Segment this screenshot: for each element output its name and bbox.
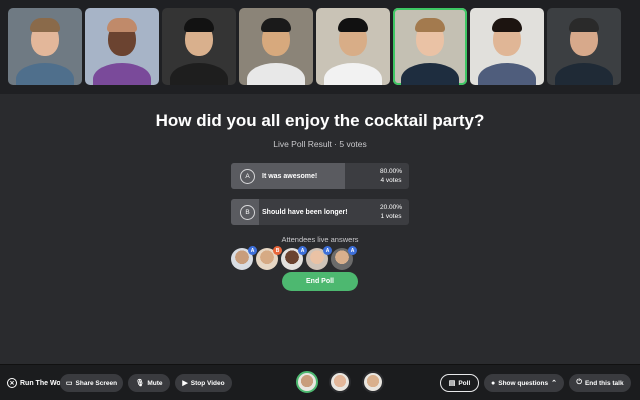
participant-video-tile[interactable] [8, 8, 82, 85]
poll-option-b-label: Should have been longer! [262, 208, 348, 216]
poll-icon: ▤ [448, 380, 456, 387]
attendee-answer-badge: A [298, 246, 307, 255]
attendee-answer-badge: A [323, 246, 332, 255]
microphone-icon: 🎙 [135, 380, 145, 387]
show-questions-button[interactable]: ● Show questions ⌃ [484, 374, 564, 392]
end-talk-button[interactable]: ⏻ End this talk [569, 374, 631, 392]
participant-hair [184, 18, 214, 32]
mute-button[interactable]: 🎙 Mute [128, 374, 170, 392]
participant-hair [107, 18, 137, 32]
participant-body [401, 63, 459, 85]
attendee-avatar: B [256, 246, 282, 270]
attendee-avatar: A [231, 246, 257, 270]
participant-video-tile[interactable] [393, 8, 467, 85]
participant-video-strip [0, 0, 640, 94]
participant-body [247, 63, 305, 85]
participant-video-tile[interactable] [547, 8, 621, 85]
chat-bubble-icon: ● [491, 379, 496, 387]
attendee-answer-badge: A [348, 246, 357, 255]
poll-option-b: B Should have been longer! 20.00% 1 vote… [231, 199, 409, 225]
participant-body [324, 63, 382, 85]
participant-video-tile[interactable] [470, 8, 544, 85]
participant-body [478, 63, 536, 85]
participant-hair [261, 18, 291, 32]
run-the-world-logo-icon: ✕ [7, 378, 17, 388]
mute-label: Mute [147, 379, 163, 387]
poll-option-a: A It was awesome! 80.00% 4 votes [231, 163, 409, 189]
end-talk-label: End this talk [584, 379, 624, 387]
poll-question: How did you all enjoy the cocktail party… [155, 111, 485, 130]
show-questions-label: Show questions [498, 379, 549, 387]
speaker-avatar[interactable] [362, 371, 384, 393]
participant-hair [492, 18, 522, 32]
participant-hair [338, 18, 368, 32]
poll-option-a-percent: 80.00% [379, 168, 403, 175]
attendee-answers-list: ABAAA [231, 246, 357, 270]
attendee-answer-badge: A [248, 246, 257, 255]
stop-video-button[interactable]: ▶ Stop Video [175, 374, 232, 392]
participant-hair [415, 18, 445, 32]
attendee-avatar: A [306, 246, 332, 270]
share-screen-icon: ▭ [65, 380, 73, 387]
attendee-avatar: A [281, 246, 307, 270]
participant-video-tile[interactable] [316, 8, 390, 85]
end-poll-button[interactable]: End Poll [282, 272, 358, 291]
participant-body [170, 63, 228, 85]
poll-option-b-votes: 1 votes [380, 213, 402, 220]
poll-panel: How did you all enjoy the cocktail party… [0, 94, 640, 364]
stop-video-label: Stop Video [190, 379, 225, 387]
poll-option-b-percent: 20.00% [379, 204, 403, 211]
power-icon: ⏻ [576, 379, 582, 386]
poll-result-summary: Live Poll Result · 5 votes [273, 139, 367, 149]
participant-hair [30, 18, 60, 32]
poll-button[interactable]: ▤ Poll [440, 374, 479, 392]
bottom-toolbar: ✕ Run The World ▭ Share Screen 🎙 Mute ▶ … [0, 364, 640, 400]
speaker-avatar[interactable] [296, 371, 318, 393]
poll-option-a-letter: A [240, 168, 255, 184]
speaker-avatars [296, 371, 384, 393]
speaker-avatar[interactable] [329, 371, 351, 393]
poll-option-b-stats: 20.00% 1 votes [373, 203, 409, 221]
participant-body [555, 63, 613, 85]
share-screen-button[interactable]: ▭ Share Screen [60, 374, 123, 392]
poll-option-a-votes: 4 votes [380, 177, 402, 184]
participant-body [16, 63, 74, 85]
attendee-avatar: A [331, 246, 357, 270]
attendees-answers-label: Attendees live answers [281, 235, 359, 244]
share-screen-label: Share Screen [75, 379, 118, 387]
participant-video-tile[interactable] [162, 8, 236, 85]
participant-hair [569, 18, 599, 32]
participant-body [93, 63, 151, 85]
participant-video-tile[interactable] [85, 8, 159, 85]
poll-label: Poll [458, 379, 471, 387]
poll-option-a-stats: 80.00% 4 votes [373, 167, 409, 185]
video-camera-icon: ▶ [182, 380, 188, 387]
participant-video-tile[interactable] [239, 8, 313, 85]
chevron-up-icon: ⌃ [551, 380, 557, 387]
poll-option-b-letter: B [240, 204, 255, 220]
attendee-answer-badge: B [273, 246, 282, 255]
poll-option-a-label: It was awesome! [262, 172, 318, 180]
